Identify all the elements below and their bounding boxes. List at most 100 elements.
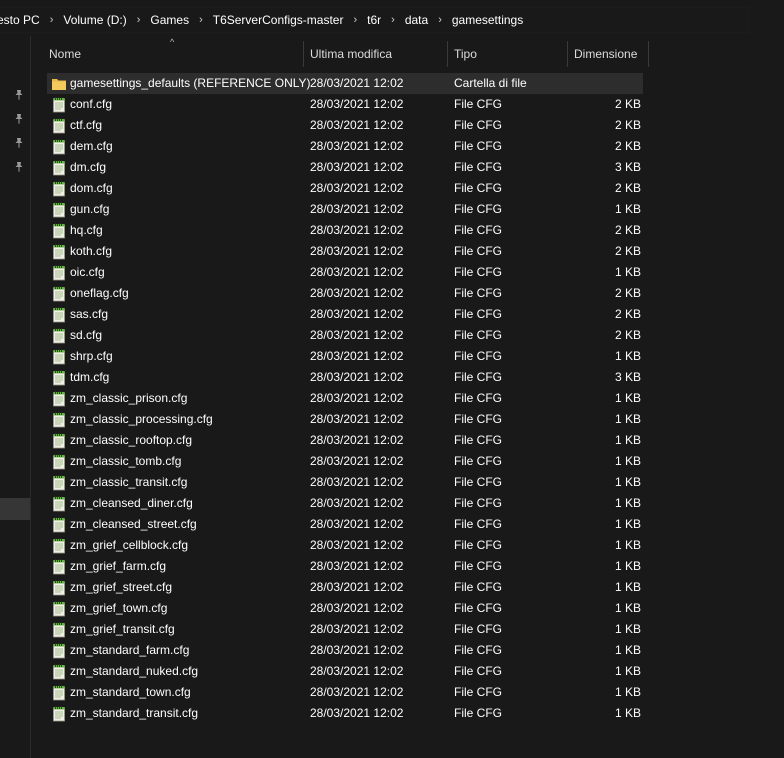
file-size: 1 KB (614, 664, 641, 678)
file-date: 28/03/2021 12:02 (310, 706, 404, 720)
chevron-right-icon[interactable]: › (384, 14, 402, 26)
cfg-file-icon (51, 97, 67, 113)
file-size: 1 KB (614, 349, 641, 363)
file-row[interactable]: zm_grief_transit.cfg 28/03/2021 12:02 File… (31, 619, 784, 640)
file-size: 1 KB (614, 475, 641, 489)
pin-icon[interactable] (13, 112, 25, 124)
column-header-type[interactable]: Tipo (454, 36, 564, 72)
column-header-name[interactable]: Nome (49, 36, 299, 72)
file-row[interactable]: zm_standard_town.cfg 28/03/2021 12:02 File… (31, 682, 784, 703)
file-row[interactable]: zm_classic_prison.cfg 28/03/2021 12:02 Fil… (31, 388, 784, 409)
file-name: zm_classic_rooftop.cfg (70, 433, 193, 447)
file-row[interactable]: oneflag.cfg 28/03/2021 12:02 File CFG 2 KB (31, 283, 784, 304)
file-row[interactable]: dom.cfg 28/03/2021 12:02 File CFG 2 KB (31, 178, 784, 199)
chevron-right-icon[interactable]: › (192, 14, 210, 26)
file-row[interactable]: hq.cfg 28/03/2021 12:02 File CFG 2 KB (31, 220, 784, 241)
file-date: 28/03/2021 12:02 (310, 496, 404, 510)
file-size: 1 KB (614, 538, 641, 552)
file-name: zm_grief_farm.cfg (70, 559, 167, 573)
cfg-file-icon (51, 202, 67, 218)
file-row[interactable]: shrp.cfg 28/03/2021 12:02 File CFG 1 KB (31, 346, 784, 367)
file-row[interactable]: zm_cleansed_diner.cfg 28/03/2021 12:02 Fil… (31, 493, 784, 514)
file-row[interactable]: gun.cfg 28/03/2021 12:02 File CFG 1 KB (31, 199, 784, 220)
chevron-right-icon[interactable]: › (431, 14, 449, 26)
file-name: zm_standard_nuked.cfg (70, 664, 199, 678)
breadcrumb-item[interactable]: Games (147, 13, 192, 27)
file-row[interactable]: ctf.cfg 28/03/2021 12:02 File CFG 2 KB (31, 115, 784, 136)
file-row[interactable]: zm_classic_processing.cfg 28/03/2021 12:0… (31, 409, 784, 430)
file-type: File CFG (454, 517, 502, 531)
column-header-size[interactable]: Dimensione (574, 36, 654, 72)
file-date: 28/03/2021 12:02 (310, 517, 404, 531)
file-row[interactable]: dm.cfg 28/03/2021 12:02 File CFG 3 KB (31, 157, 784, 178)
file-name: zm_standard_town.cfg (70, 685, 191, 699)
breadcrumb-item[interactable]: t6r (364, 13, 384, 27)
breadcrumb[interactable]: esto PC › Volume (D:) › Games › T6ServerConfig… (0, 7, 749, 33)
chevron-right-icon[interactable]: › (130, 14, 148, 26)
cfg-file-icon (51, 685, 67, 701)
file-date: 28/03/2021 12:02 (310, 265, 404, 279)
file-row[interactable]: zm_grief_town.cfg 28/03/2021 12:02 File CF… (31, 598, 784, 619)
file-name: zm_classic_processing.cfg (70, 412, 213, 426)
column-divider[interactable] (447, 41, 448, 67)
column-header-date[interactable]: Ultima modifica (310, 36, 450, 72)
breadcrumb-item[interactable]: gamesettings (449, 13, 526, 27)
column-divider[interactable] (567, 41, 568, 67)
file-row[interactable]: tdm.cfg 28/03/2021 12:02 File CFG 3 KB (31, 367, 784, 388)
pin-icon[interactable] (13, 136, 25, 148)
column-headers: ^ Nome Ultima modifica Tipo Dimensione (31, 36, 784, 72)
chevron-right-icon[interactable]: › (346, 14, 364, 26)
file-name: shrp.cfg (70, 349, 113, 363)
file-row[interactable]: zm_classic_tomb.cfg 28/03/2021 12:02 File … (31, 451, 784, 472)
breadcrumb-item[interactable]: Volume (D:) (60, 13, 129, 27)
cfg-file-icon (51, 265, 67, 281)
cfg-file-icon (51, 496, 67, 512)
chevron-right-icon[interactable]: › (43, 14, 61, 26)
file-type: File CFG (454, 202, 502, 216)
file-row[interactable]: zm_grief_farm.cfg 28/03/2021 12:02 File CF… (31, 556, 784, 577)
file-date: 28/03/2021 12:02 (310, 223, 404, 237)
file-type: File CFG (454, 286, 502, 300)
file-date: 28/03/2021 12:02 (310, 643, 404, 657)
file-row[interactable]: zm_grief_street.cfg 28/03/2021 12:02 File … (31, 577, 784, 598)
file-row[interactable]: oic.cfg 28/03/2021 12:02 File CFG 1 KB (31, 262, 784, 283)
breadcrumb-item[interactable]: esto PC (0, 13, 43, 27)
file-size: 1 KB (614, 202, 641, 216)
pin-icon[interactable] (13, 88, 25, 100)
breadcrumb-item[interactable]: data (402, 13, 431, 27)
file-type: File CFG (454, 265, 502, 279)
column-divider[interactable] (648, 41, 649, 67)
file-row[interactable]: conf.cfg 28/03/2021 12:02 File CFG 2 KB (31, 94, 784, 115)
pin-icon[interactable] (13, 160, 25, 172)
cfg-file-icon (51, 559, 67, 575)
file-row[interactable]: zm_grief_cellblock.cfg 28/03/2021 12:02 Fi… (31, 535, 784, 556)
file-size: 2 KB (614, 328, 641, 342)
nav-selected-item[interactable] (0, 498, 30, 520)
file-row[interactable]: sd.cfg 28/03/2021 12:02 File CFG 2 KB (31, 325, 784, 346)
file-type: File CFG (454, 454, 502, 468)
cfg-file-icon (51, 223, 67, 239)
file-row[interactable]: zm_standard_farm.cfg 28/03/2021 12:02 File… (31, 640, 784, 661)
file-size: 1 KB (614, 706, 641, 720)
column-divider[interactable] (303, 41, 304, 67)
file-row[interactable]: zm_classic_rooftop.cfg 28/03/2021 12:02 Fi… (31, 430, 784, 451)
file-type: File CFG (454, 223, 502, 237)
breadcrumb-item[interactable]: T6ServerConfigs-master (210, 13, 347, 27)
file-row[interactable]: dem.cfg 28/03/2021 12:02 File CFG 2 KB (31, 136, 784, 157)
file-row[interactable]: sas.cfg 28/03/2021 12:02 File CFG 2 KB (31, 304, 784, 325)
file-row[interactable]: zm_classic_transit.cfg 28/03/2021 12:02 Fi… (31, 472, 784, 493)
file-name: zm_grief_town.cfg (70, 601, 168, 615)
file-row[interactable]: zm_standard_transit.cfg 28/03/2021 12:02 F… (31, 703, 784, 724)
file-date: 28/03/2021 12:02 (310, 244, 404, 258)
file-row[interactable]: koth.cfg 28/03/2021 12:02 File CFG 2 KB (31, 241, 784, 262)
file-row[interactable]: zm_cleansed_street.cfg 28/03/2021 12:02 Fi… (31, 514, 784, 535)
file-row[interactable]: zm_standard_nuked.cfg 28/03/2021 12:02 Fil… (31, 661, 784, 682)
file-name: hq.cfg (70, 223, 103, 237)
file-date: 28/03/2021 12:02 (310, 307, 404, 321)
cfg-file-icon (51, 244, 67, 260)
address-bar: esto PC › Volume (D:) › Games › T6ServerConfig… (0, 0, 784, 36)
file-row[interactable]: gamesettings_defaults (REFERENCE ONLY) 28… (31, 73, 784, 94)
file-size: 2 KB (614, 307, 641, 321)
file-size: 1 KB (614, 559, 641, 573)
file-date: 28/03/2021 12:02 (310, 139, 404, 153)
